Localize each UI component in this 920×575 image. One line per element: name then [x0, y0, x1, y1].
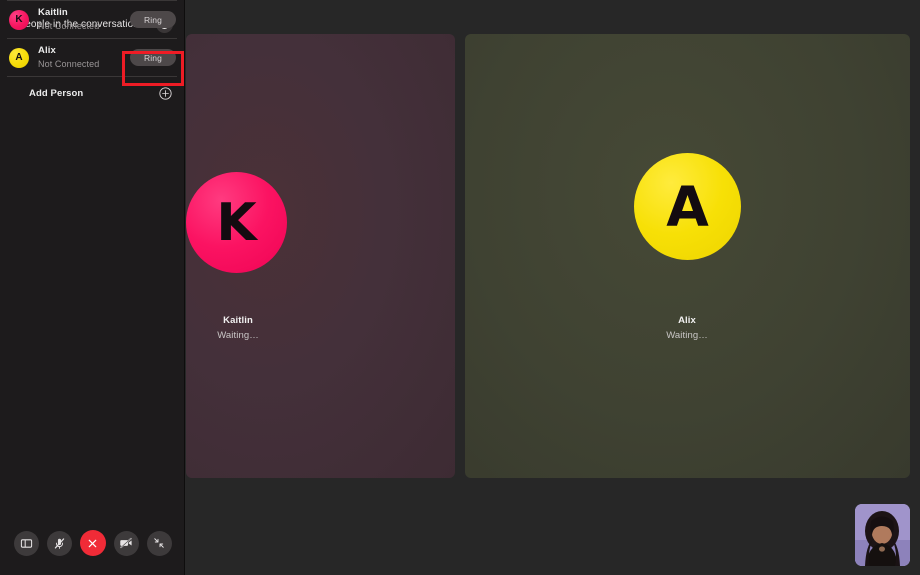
camera-toggle-button[interactable]	[113, 530, 139, 556]
plus-circle-icon[interactable]	[159, 86, 172, 100]
participant-status: Not Connected	[38, 59, 100, 69]
close-x-icon	[88, 539, 97, 547]
participant-name: Kaitlin	[38, 7, 68, 18]
avatar: K	[9, 9, 29, 30]
participant-row-kaitlin[interactable]: K Kaitlin Not Connected Ring	[0, 1, 184, 38]
tile-caption: Kaitlin Waiting…	[186, 315, 308, 341]
shrink-view-button[interactable]	[146, 530, 172, 556]
self-video-thumbnail[interactable]	[855, 504, 910, 566]
avatar: A	[9, 47, 29, 68]
sidebar-panel-icon	[20, 538, 32, 548]
microphone-toggle-button[interactable]	[46, 530, 72, 556]
sidebar-toggle-button[interactable]	[13, 530, 39, 556]
avatar: K	[186, 172, 287, 273]
add-person-label: Add Person	[29, 87, 84, 99]
self-video-frame	[855, 504, 910, 566]
end-call-button[interactable]	[79, 530, 106, 556]
participant-info: Kaitlin Not Connected	[38, 7, 130, 32]
participant-name: Alix	[678, 315, 696, 326]
shrink-arrows-icon	[154, 538, 164, 548]
video-call-app: 2 people in the conversation K Kaitlin N…	[0, 0, 920, 575]
ring-button[interactable]: Ring	[130, 49, 176, 66]
video-stage: K Kaitlin Waiting… A Alix Waiting…	[185, 0, 920, 575]
tile-caption: Alix Waiting…	[617, 315, 757, 341]
participant-name: Kaitlin	[223, 315, 253, 326]
participant-tile-kaitlin[interactable]: K Kaitlin Waiting…	[186, 34, 455, 478]
ring-button[interactable]: Ring	[130, 11, 176, 28]
participant-status: Not Connected	[38, 21, 100, 31]
participant-name: Alix	[38, 45, 56, 56]
video-camera-off-icon	[120, 537, 132, 549]
microphone-muted-icon	[54, 537, 64, 549]
participant-tile-alix[interactable]: A Alix Waiting…	[465, 34, 910, 478]
avatar: A	[634, 153, 741, 260]
participant-row-alix[interactable]: A Alix Not Connected Ring	[0, 39, 184, 76]
participant-status: Waiting…	[217, 330, 259, 341]
call-control-bar	[0, 511, 185, 575]
participant-info: Alix Not Connected	[38, 45, 130, 70]
add-person-row[interactable]: Add Person	[0, 77, 184, 109]
participants-sidebar: 2 people in the conversation K Kaitlin N…	[0, 0, 185, 575]
participant-status: Waiting…	[666, 330, 708, 341]
